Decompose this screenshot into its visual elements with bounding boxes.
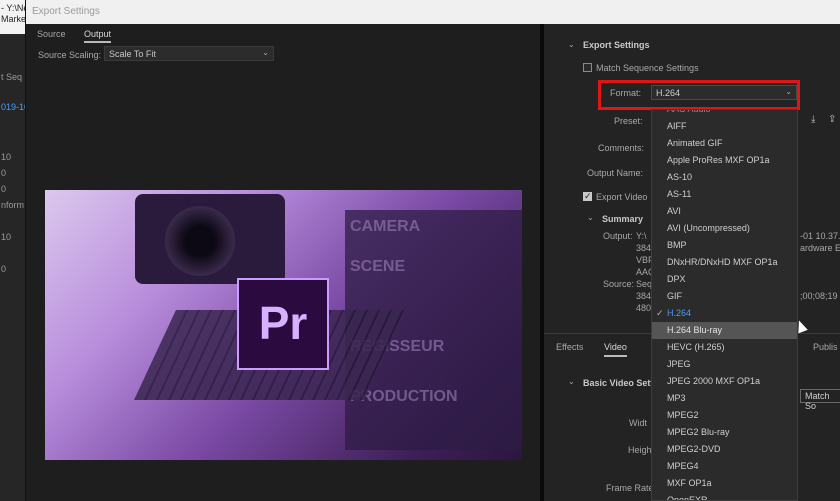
background-app-panel: - Y:\Ne Marke t Seq 019-10 10 0 0 nform … [0,0,26,501]
dialog-title: Export Settings [32,6,100,17]
tab-effects[interactable]: Effects [556,342,583,352]
format-option[interactable]: MPEG2 [652,407,797,424]
background-app-title: - Y:\Ne Marke [0,0,25,34]
export-video-checkbox[interactable] [583,191,592,202]
comments-label: Comments: [598,143,645,153]
format-option[interactable]: AVI [652,203,797,220]
summary-source-line: 384 [636,291,652,301]
source-scaling-label: Source Scaling: [38,50,102,60]
output-name-label: Output Name: [587,168,644,178]
checkmark-icon: ✓ [656,308,664,318]
background-fragment: 0 [1,264,7,274]
background-fragment: 0 [1,168,7,178]
format-option[interactable]: JPEG 2000 MXF OP1a [652,373,797,390]
premiere-logo: Pr [237,278,329,370]
background-fragment: nform [1,200,25,210]
source-scaling-value: Scale To Fit [109,49,156,59]
tab-output[interactable]: Output [84,29,112,43]
chevron-down-icon[interactable]: ⌄ [587,213,594,222]
format-option[interactable]: MPEG2 Blu-ray [652,424,797,441]
tab-source[interactable]: Source [37,29,66,39]
height-label: Heigh [628,445,652,455]
tab-publish[interactable]: Publis [813,342,838,352]
dialog-titlebar: Export Settings [26,0,840,24]
frame-rate-label: Frame Rate [606,483,654,493]
background-fragment: 10 [1,232,12,242]
summary-output-right: ardware En [800,243,840,253]
format-option[interactable]: DNxHR/DNxHD MXF OP1a [652,254,797,271]
format-option[interactable]: HEVC (H.265) [652,339,797,356]
import-preset-icon[interactable]: ⇪ [828,114,840,126]
summary-output-line: 384 [636,243,652,253]
background-fragment: 0 [1,184,7,194]
clapboard-word: CAMERA [350,218,421,235]
format-option[interactable]: JPEG [652,356,797,373]
format-option[interactable]: MP3 [652,390,797,407]
format-option-selected[interactable]: ✓ H.264 [652,305,797,322]
chevron-down-icon[interactable]: ⌄ [568,377,575,386]
summary-source-line: 480 [636,303,652,313]
format-option[interactable]: BMP [652,237,797,254]
basic-video-settings-header: Basic Video Settin [583,378,662,388]
summary-source-label: Source: [603,279,635,289]
background-fragment: 10 [1,152,12,162]
format-option[interactable]: MXF OP1a [652,475,797,492]
format-option-hovered[interactable]: H.264 Blu-ray [652,322,797,339]
format-option[interactable]: MPEG2-DVD [652,441,797,458]
format-dropdown-list[interactable]: AAC Audio AIFF Animated GIF Apple ProRes… [651,109,798,501]
format-option[interactable]: Apple ProRes MXF OP1a [652,152,797,169]
save-preset-icon[interactable]: ⤓ [811,114,823,126]
format-option[interactable]: DPX [652,271,797,288]
clapboard-word: SCENE [350,258,406,275]
tab-video[interactable]: Video [604,342,627,357]
camera-lens-graphic [165,206,235,276]
format-option[interactable]: OpenEXR [652,492,797,500]
format-option[interactable]: AS-11 [652,186,797,203]
export-settings-header: Export Settings [583,40,650,50]
match-sequence-checkbox[interactable] [583,63,592,72]
format-option[interactable]: AS-10 [652,169,797,186]
summary-source-line: Seq [636,279,653,289]
format-option[interactable]: AIFF [652,118,797,135]
width-label: Widt [629,418,647,428]
match-source-button[interactable]: Match So [800,389,840,411]
summary-source-right: ;00;08;19 [800,291,838,301]
export-video-label: Export Video [596,192,648,202]
background-fragment: 019-10 [1,102,25,112]
summary-output-right: -01 10.37. [800,231,840,241]
format-option-label: H.264 [667,308,692,318]
format-option[interactable]: AAC Audio [652,110,797,118]
background-fragment: t Seq [1,72,23,82]
summary-output-label: Output: [603,231,633,241]
preset-label: Preset: [614,116,643,126]
summary-output-line: Y:\ [636,231,647,241]
highlight-box [598,80,800,110]
chevron-down-icon[interactable]: ⌄ [568,40,575,49]
format-option[interactable]: Animated GIF [652,135,797,152]
format-option[interactable]: AVI (Uncompressed) [652,220,797,237]
summary-header: Summary [602,214,644,224]
match-sequence-label: Match Sequence Settings [596,63,699,73]
format-option[interactable]: MPEG4 [652,458,797,475]
source-scaling-select[interactable]: Scale To Fit ⌄ [104,46,274,61]
chevron-down-icon: ⌄ [262,48,269,57]
format-option[interactable]: GIF [652,288,797,305]
